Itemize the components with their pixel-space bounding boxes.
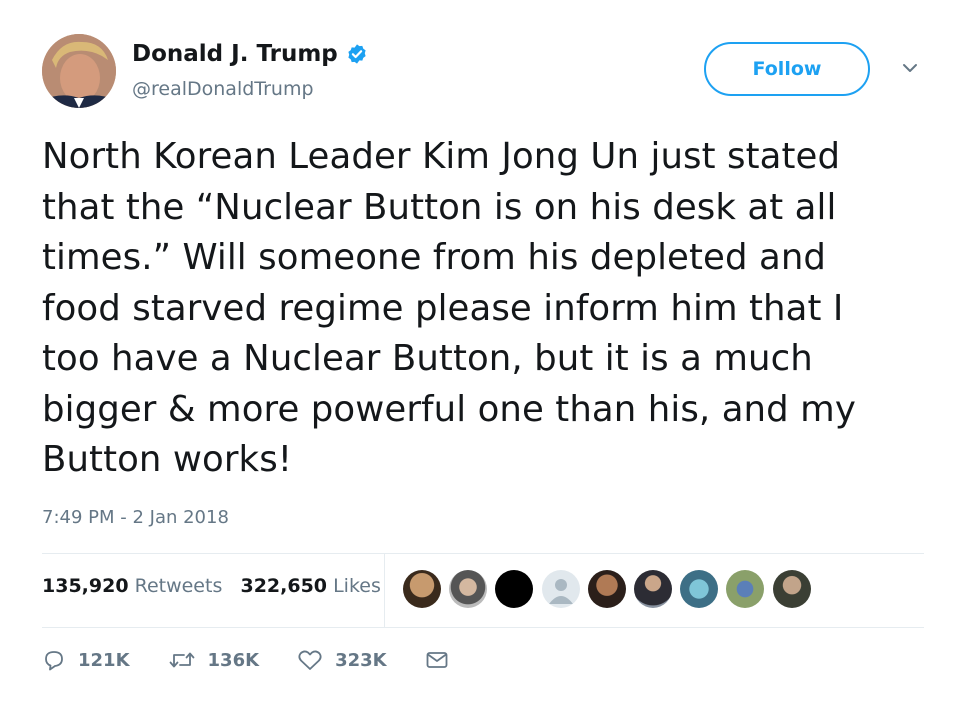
reply-icon [45, 651, 63, 671]
tweet-line: Button works! [42, 439, 293, 480]
retweet-button[interactable]: 136K [168, 648, 260, 672]
tweet-line: bigger & more powerful one than his, and… [42, 388, 856, 430]
liker-avatar[interactable] [403, 570, 441, 608]
like-button[interactable]: 323K [297, 648, 387, 672]
tweet-line: times.” Will someone from his depleted a… [42, 237, 827, 278]
tweet-line: food starved regime please inform him th… [42, 287, 844, 329]
liker-avatar-default[interactable] [541, 570, 580, 608]
direct-message-button[interactable] [425, 648, 461, 672]
follow-button[interactable]: Follow [704, 42, 870, 96]
divider [42, 627, 924, 628]
heart-icon [298, 650, 322, 670]
author-avatar[interactable] [42, 34, 116, 108]
envelope-icon [426, 652, 447, 668]
retweet-count: 136K [207, 649, 260, 671]
tweet-timestamp[interactable]: 7:49 PM - 2 Jan 2018 [42, 507, 229, 528]
divider [42, 553, 924, 554]
liker-avatar[interactable] [726, 570, 765, 608]
verified-badge-icon [348, 44, 366, 64]
liker-avatar[interactable] [587, 570, 626, 608]
chevron-down-icon[interactable] [900, 60, 920, 76]
retweets-count: 135,920 [42, 575, 129, 597]
author-handle[interactable]: @realDonaldTrump [132, 78, 314, 100]
likes-stat[interactable]: 322,650 Likes [240, 575, 380, 597]
tweet-line: that the “Nuclear Button is on his desk … [42, 186, 837, 228]
liker-avatar[interactable] [772, 570, 811, 608]
likes-count: 322,650 [240, 575, 328, 597]
tweet-line: too have a Nuclear Button, but it is a m… [42, 338, 813, 379]
retweet-icon [169, 652, 194, 668]
liker-avatars [403, 570, 819, 608]
retweets-stat[interactable]: 135,920 Retweets [42, 575, 222, 597]
tweet-text: North Korean Leader Kim Jong Un just sta… [42, 132, 947, 486]
liker-avatar[interactable] [633, 570, 672, 608]
author-name-row[interactable]: Donald J. Trump [132, 41, 368, 67]
author-name[interactable]: Donald J. Trump [132, 41, 338, 67]
reply-count: 121K [78, 649, 130, 671]
tweet-actions: 121K 136K 323K [42, 648, 499, 672]
liker-avatar[interactable] [449, 570, 488, 608]
liker-avatar[interactable] [495, 570, 534, 608]
reply-button[interactable]: 121K [42, 648, 130, 672]
retweets-label: Retweets [134, 575, 223, 597]
tweet-line: North Korean Leader Kim Jong Un just sta… [42, 136, 841, 177]
likes-label: Likes [333, 575, 381, 597]
stats-separator [384, 554, 385, 627]
engagement-stats: 135,920 Retweets 322,650 Likes [42, 575, 381, 597]
liker-avatar[interactable] [680, 570, 719, 608]
like-count: 323K [335, 649, 387, 671]
